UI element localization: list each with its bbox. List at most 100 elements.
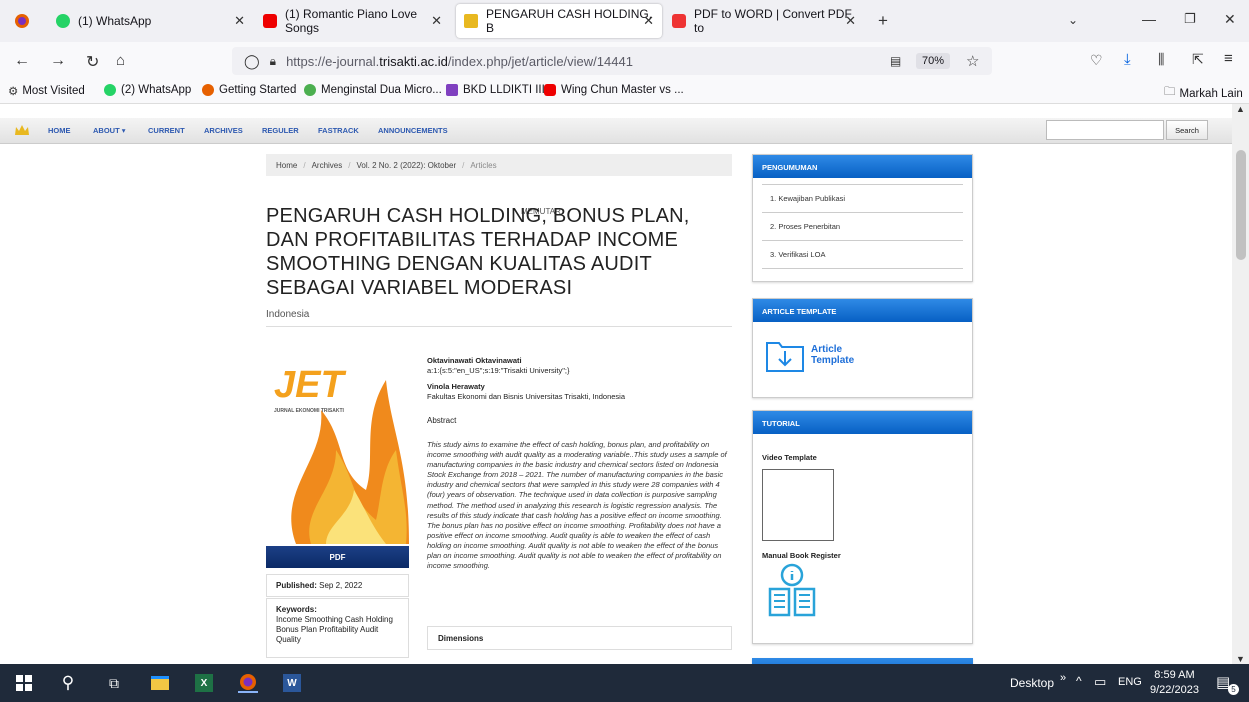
page-scrollbar[interactable]: ▲ ▼ [1232,104,1249,664]
microsoft-icon [304,84,316,96]
site-search-button[interactable]: Search [1166,120,1208,140]
nav-about[interactable]: ABOUT ▾ [93,126,126,135]
crumb-home[interactable]: Home [276,161,297,170]
restore-icon[interactable]: ❐ [1184,11,1196,27]
announcements-widget: PENGUMUMAN 1. Kewajiban Publikasi 2. Pro… [752,154,973,282]
bookmark-other[interactable]: 🗀︎ Markah Lain [1164,84,1243,103]
tutorial-widget: TUTORIAL Video Template Manual Book Regi… [752,410,973,644]
pocket-icon[interactable]: ♡ [1090,52,1103,69]
published-date: Sep 2, 2022 [319,581,363,590]
forward-icon[interactable]: → [50,52,66,70]
excel-icon[interactable]: X [194,673,214,693]
scroll-down-icon[interactable]: ▼ [1236,654,1245,664]
manual-book-label: Manual Book Register [762,551,841,560]
bookmark-wing-chun[interactable]: Wing Chun Master vs ... [544,84,684,96]
close-icon[interactable]: ✕ [431,13,442,29]
minimize-icon[interactable]: — [1142,11,1156,27]
firefox-icon[interactable] [238,673,258,693]
site-search-input[interactable] [1046,120,1164,140]
back-icon[interactable]: ← [14,52,30,70]
bookmark-most-visited[interactable]: ⚙ Most Visited [8,84,85,98]
divider [266,326,732,327]
book-info-icon[interactable] [767,563,817,619]
announcement-link[interactable]: 1. Kewajiban Publikasi [762,184,963,213]
share-icon[interactable]: ⇱ [1192,51,1204,68]
file-explorer-icon[interactable] [150,673,170,693]
close-icon[interactable]: ✕ [234,13,245,29]
graduation-cap-icon [446,84,458,96]
journal-cover-image[interactable]: JET JURNAL EKONOMI TRISAKTI [266,340,409,544]
task-view-icon[interactable]: ⧉ [104,673,124,693]
url-domain: trisakti.ac.id [379,53,448,69]
close-icon[interactable]: ✕ [643,13,654,29]
journal-crown-icon[interactable] [14,124,30,136]
bookmark-menginstal[interactable]: Menginstal Dua Micro... [304,84,442,96]
tab-article[interactable]: PENGARUH CASH HOLDING, B ✕ [456,4,662,38]
clock[interactable]: 8:59 AM 9/22/2023 [1150,668,1199,698]
close-window-icon[interactable]: ✕ [1224,11,1236,28]
author-affiliation: a:1:{s:5:"en_US";s:19:"Trisakti Universi… [427,366,570,375]
widget-title: ARTICLE TEMPLATE [753,299,972,322]
pdf-download-button[interactable]: PDF [266,546,409,568]
tab-whatsapp[interactable]: (1) WhatsApp ✕ [48,4,253,38]
reload-icon[interactable]: ↻ [86,52,99,72]
web-page: HOME ABOUT ▾ CURRENT ARCHIVES REGULER FA… [0,104,1232,664]
nav-current[interactable]: CURRENT [148,126,185,135]
crumb-archives[interactable]: Archives [312,161,343,170]
windows-start-icon[interactable] [14,673,34,693]
new-tab-icon[interactable]: + [878,11,888,31]
url-path: /index.php/jet/article/view/14441 [447,53,633,69]
bookmark-bkd[interactable]: BKD LLDIKTI III [446,84,545,96]
author-name: Oktavinawati Oktavinawati [427,356,522,365]
cover-subtitle: JURNAL EKONOMI TRISAKTI [274,408,344,414]
article-subtitle: Indonesia [266,309,310,320]
bookmark-star-icon[interactable]: ☆ [966,52,979,70]
dimensions-box: Dimensions [427,626,732,650]
scroll-thumb[interactable] [1236,150,1246,260]
list-tabs-icon[interactable]: ⌄ [1068,13,1078,27]
address-bar[interactable]: ◯ 🔒︎ https://e-journal.trisakti.ac.id/in… [232,47,992,75]
published-label: Published: [276,581,317,590]
crumb-separator: / [348,160,351,170]
tray-up-icon[interactable]: ^ [1076,674,1082,688]
nav-fastrack[interactable]: FASTRACK [318,126,359,135]
announcement-link[interactable]: 2. Proses Penerbitan [762,213,963,241]
download-icon[interactable]: ⤓ [1124,51,1131,68]
desktop-toolbar-label[interactable]: Desktop [1010,676,1054,690]
abstract-text: This study aims to examine the effect of… [427,440,727,571]
lock-icon: 🔒︎ [269,53,277,68]
authors-block: Oktavinawati Oktavinawati a:1:{s:5:"en_U… [427,356,737,402]
bookmark-whatsapp[interactable]: (2) WhatsApp [104,84,191,96]
article-template-link[interactable]: Article Template [765,337,861,373]
expand-toolbar-icon[interactable]: » [1060,672,1066,684]
library-icon[interactable]: ⫼ [1158,51,1164,68]
reader-view-icon[interactable]: ▤ [890,54,901,68]
home-icon[interactable]: ⌂ [116,52,125,69]
article-title: PENGARUH CASH HOLDING, BONUS PLAN, DAN P… [266,205,690,299]
network-icon[interactable]: ▭ [1094,674,1106,690]
bookmark-label: (2) WhatsApp [121,84,192,96]
nav-home[interactable]: HOME [48,126,71,135]
bookmark-getting-started[interactable]: Getting Started [202,84,296,96]
menu-icon[interactable]: ≡ [1224,50,1233,67]
nav-announcements[interactable]: ANNOUNCEMENTS [378,126,448,135]
widget-title: TUTORIAL [753,411,972,434]
close-icon[interactable]: ✕ [845,13,856,29]
browser-toolbar: ← → ↻ ⌂ ◯ 🔒︎ https://e-journal.trisakti.… [0,42,1249,80]
search-icon[interactable]: ⚲ [58,673,78,693]
scroll-up-icon[interactable]: ▲ [1236,104,1245,114]
video-template-frame[interactable] [762,469,834,541]
zoom-level[interactable]: 70% [916,53,951,69]
bookmark-label: Getting Started [219,84,297,96]
word-icon[interactable]: W [282,673,302,693]
notification-count-badge: 5 [1228,684,1239,695]
bookmark-label: Menginstal Dua Micro... [321,84,442,96]
tab-pdf-to-word[interactable]: PDF to WORD | Convert PDF to ✕ [664,4,864,38]
announcement-link[interactable]: 3. Verifikasi LOA [762,241,963,269]
language-indicator[interactable]: ENG [1118,676,1142,688]
crumb-issue[interactable]: Vol. 2 No. 2 (2022): Oktober [357,161,457,170]
firefox-icon[interactable] [14,13,30,29]
nav-archives[interactable]: ARCHIVES [204,126,243,135]
nav-reguler[interactable]: REGULER [262,126,299,135]
tab-youtube[interactable]: (1) Romantic Piano Love Songs MEMUTAR ✕ [255,4,561,216]
